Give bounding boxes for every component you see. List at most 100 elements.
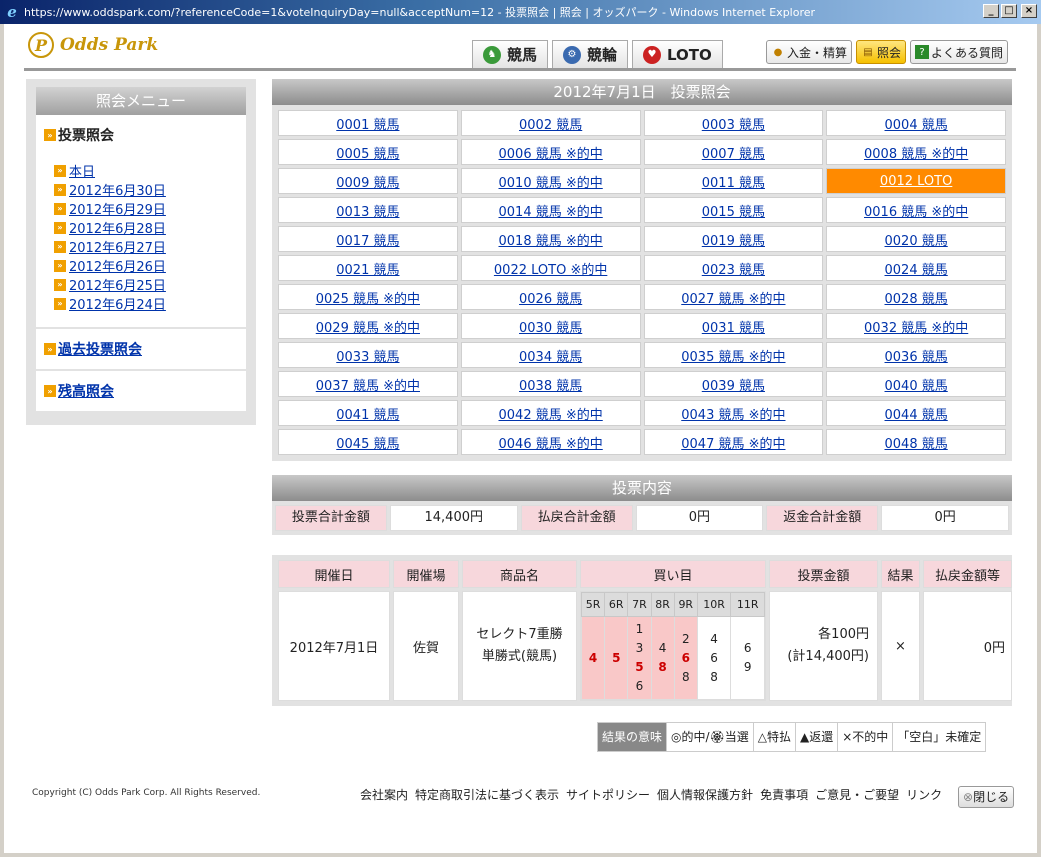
ticket-cell[interactable]: 0005 競馬 <box>278 139 458 165</box>
ticket-link[interactable]: 0031 競馬 <box>702 321 765 336</box>
ticket-cell[interactable]: 0034 競馬 <box>460 342 641 368</box>
date-item[interactable]: » 2012年6月25日 <box>54 275 246 294</box>
ticket-link[interactable]: 0041 競馬 <box>336 408 399 423</box>
ticket-cell[interactable]: 0018 競馬 ※的中 <box>460 226 641 252</box>
ticket-cell[interactable]: 0001 競馬 <box>278 110 458 136</box>
ticket-link[interactable]: 0014 競馬 ※的中 <box>499 205 603 220</box>
ticket-link[interactable]: 0048 競馬 <box>885 437 948 452</box>
date-link[interactable]: 2012年6月29日 <box>69 199 166 218</box>
date-link[interactable]: 2012年6月28日 <box>69 218 166 237</box>
date-item[interactable]: » 2012年6月24日 <box>54 294 246 313</box>
ticket-cell[interactable]: 0013 競馬 <box>278 197 458 223</box>
ticket-cell[interactable]: 0008 競馬 ※的中 <box>826 139 1006 165</box>
ticket-link[interactable]: 0007 競馬 <box>702 147 765 162</box>
ticket-cell[interactable]: 0020 競馬 <box>826 226 1006 252</box>
ticket-cell[interactable]: 0031 競馬 <box>643 313 824 339</box>
minimize-button[interactable]: _ <box>983 4 999 18</box>
ticket-link[interactable]: 0011 競馬 <box>702 176 765 191</box>
ticket-cell[interactable]: 0027 競馬 ※的中 <box>643 284 824 310</box>
date-item[interactable]: » 2012年6月27日 <box>54 237 246 256</box>
ticket-link[interactable]: 0016 競馬 ※的中 <box>864 205 968 220</box>
ticket-cell[interactable]: 0039 競馬 <box>643 371 824 397</box>
ticket-link[interactable]: 0021 競馬 <box>336 263 399 278</box>
ticket-link[interactable]: 0034 競馬 <box>519 350 582 365</box>
date-link[interactable]: 本日 <box>69 161 95 180</box>
ticket-cell[interactable]: 0046 競馬 ※的中 <box>460 429 641 455</box>
inquiry-button[interactable]: ▤ 照会 <box>856 40 907 64</box>
ticket-cell[interactable]: 0042 競馬 ※的中 <box>460 400 641 426</box>
date-link[interactable]: 2012年6月30日 <box>69 180 166 199</box>
ticket-cell[interactable]: 0033 競馬 <box>278 342 458 368</box>
deposit-button[interactable]: ● 入金・精算 <box>766 40 853 64</box>
ticket-cell[interactable]: 0002 競馬 <box>460 110 641 136</box>
ticket-cell[interactable]: 0017 競馬 <box>278 226 458 252</box>
ticket-cell[interactable]: 0029 競馬 ※的中 <box>278 313 458 339</box>
ticket-link[interactable]: 0001 競馬 <box>336 118 399 133</box>
ticket-cell[interactable]: 0036 競馬 <box>826 342 1006 368</box>
ticket-link[interactable]: 0022 LOTO ※的中 <box>494 263 607 278</box>
date-item[interactable]: » 2012年6月26日 <box>54 256 246 275</box>
footer-link-privacy[interactable]: 個人情報保護方針 <box>657 786 753 803</box>
date-item[interactable]: » 2012年6月30日 <box>54 180 246 199</box>
ticket-cell[interactable]: 0015 競馬 <box>643 197 824 223</box>
ticket-cell[interactable]: 0040 競馬 <box>826 371 1006 397</box>
ticket-link[interactable]: 0002 競馬 <box>519 118 582 133</box>
ticket-link[interactable]: 0043 競馬 ※的中 <box>681 408 785 423</box>
ticket-link[interactable]: 0029 競馬 ※的中 <box>316 321 420 336</box>
ticket-link[interactable]: 0018 競馬 ※的中 <box>499 234 603 249</box>
past-inquiry-link[interactable]: 過去投票照会 <box>58 339 142 359</box>
ticket-link[interactable]: 0028 競馬 <box>885 292 948 307</box>
ticket-link[interactable]: 0013 競馬 <box>336 205 399 220</box>
ticket-link[interactable]: 0027 競馬 ※的中 <box>681 292 785 307</box>
ticket-cell[interactable]: 0023 競馬 <box>643 255 824 281</box>
ticket-cell[interactable]: 0011 競馬 <box>643 168 824 194</box>
ticket-cell[interactable]: 0016 競馬 ※的中 <box>826 197 1006 223</box>
ticket-link[interactable]: 0044 競馬 <box>885 408 948 423</box>
balance-inquiry-item[interactable]: » 残高照会 <box>36 371 246 411</box>
ticket-link[interactable]: 0024 競馬 <box>885 263 948 278</box>
ticket-link[interactable]: 0037 競馬 ※的中 <box>316 379 420 394</box>
ticket-link[interactable]: 0036 競馬 <box>885 350 948 365</box>
close-window-button[interactable]: × <box>1021 4 1037 18</box>
ticket-cell[interactable]: 0009 競馬 <box>278 168 458 194</box>
ticket-link[interactable]: 0010 競馬 ※的中 <box>499 176 603 191</box>
ticket-link[interactable]: 0026 競馬 <box>519 292 582 307</box>
ticket-link[interactable]: 0017 競馬 <box>336 234 399 249</box>
past-inquiry-item[interactable]: » 過去投票照会 <box>36 329 246 369</box>
ticket-cell[interactable]: 0032 競馬 ※的中 <box>826 313 1006 339</box>
date-link[interactable]: 2012年6月24日 <box>69 294 166 313</box>
ticket-cell[interactable]: 0037 競馬 ※的中 <box>278 371 458 397</box>
ticket-link[interactable]: 0046 競馬 ※的中 <box>499 437 603 452</box>
ticket-link[interactable]: 0042 競馬 ※的中 <box>499 408 603 423</box>
ticket-link[interactable]: 0005 競馬 <box>336 147 399 162</box>
ticket-cell[interactable]: 0041 競馬 <box>278 400 458 426</box>
ticket-cell[interactable]: 0004 競馬 <box>826 110 1006 136</box>
balance-inquiry-link[interactable]: 残高照会 <box>58 381 114 401</box>
ticket-link[interactable]: 0006 競馬 ※的中 <box>499 147 603 162</box>
ticket-cell[interactable]: 0045 競馬 <box>278 429 458 455</box>
ticket-cell[interactable]: 0025 競馬 ※的中 <box>278 284 458 310</box>
ticket-link[interactable]: 0023 競馬 <box>702 263 765 278</box>
ticket-cell[interactable]: 0022 LOTO ※的中 <box>460 255 641 281</box>
footer-link-disclaimer[interactable]: 免責事項 <box>760 786 808 803</box>
ticket-cell[interactable]: 0007 競馬 <box>643 139 824 165</box>
ticket-cell[interactable]: 0021 競馬 <box>278 255 458 281</box>
ticket-cell[interactable]: 0014 競馬 ※的中 <box>460 197 641 223</box>
footer-link-policy[interactable]: サイトポリシー <box>566 786 650 803</box>
ticket-link[interactable]: 0004 競馬 <box>885 118 948 133</box>
ticket-cell[interactable]: 0019 競馬 <box>643 226 824 252</box>
ticket-cell[interactable]: 0044 競馬 <box>826 400 1006 426</box>
ticket-link[interactable]: 0025 競馬 ※的中 <box>316 292 420 307</box>
site-logo[interactable]: P Odds Park <box>28 32 158 58</box>
tab-loto[interactable]: ♥ LOTO <box>632 40 723 68</box>
ticket-cell[interactable]: 0035 競馬 ※的中 <box>643 342 824 368</box>
date-item[interactable]: » 本日 <box>54 161 246 180</box>
date-item[interactable]: » 2012年6月28日 <box>54 218 246 237</box>
ticket-cell[interactable]: 0030 競馬 <box>460 313 641 339</box>
maximize-button[interactable]: □ <box>1001 4 1017 18</box>
ticket-cell[interactable]: 0026 競馬 <box>460 284 641 310</box>
ticket-link[interactable]: 0012 LOTO <box>880 174 952 189</box>
tab-keiba[interactable]: ♞ 競馬 <box>472 40 549 68</box>
ticket-link[interactable]: 0033 競馬 <box>336 350 399 365</box>
ticket-cell[interactable]: 0012 LOTO <box>826 168 1006 194</box>
